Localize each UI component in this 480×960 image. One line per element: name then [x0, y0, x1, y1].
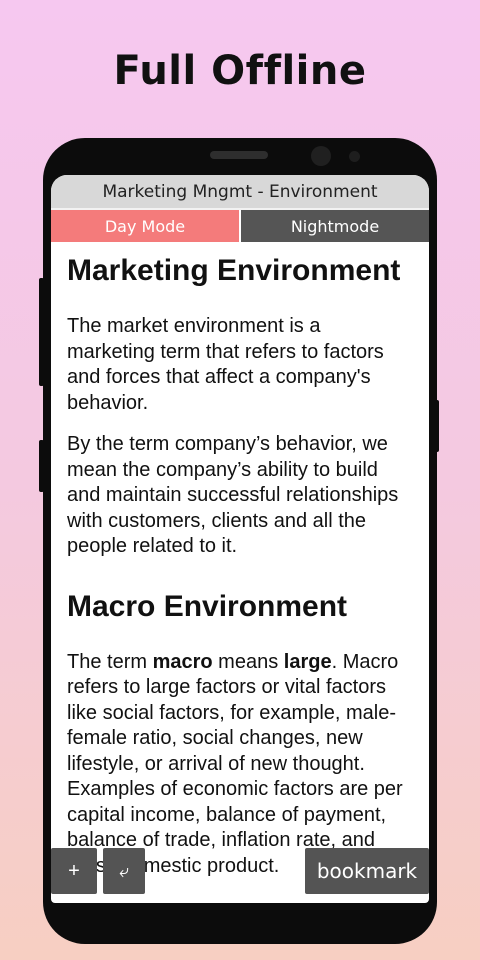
wrap-icon[interactable]: ⤶ [103, 848, 145, 894]
side-button [39, 278, 44, 386]
app-screen: Marketing Mngmt - Environment Day Mode N… [51, 175, 429, 903]
paragraph-text: The term [67, 650, 153, 673]
paragraph: The market environment is a marketing te… [67, 315, 384, 414]
paragraph: The term macro means large. Macro refers… [67, 650, 413, 880]
sensor [349, 151, 360, 162]
paragraph-text: means [212, 650, 284, 673]
app-title-bar: Marketing Mngmt - Environment [51, 175, 429, 210]
bookmark-button[interactable]: bookmark [305, 848, 429, 894]
zoom-in-button[interactable]: + [51, 848, 97, 894]
side-button [434, 400, 439, 452]
bold-term-macro: macro [152, 650, 213, 673]
bold-term-large: large [283, 650, 332, 673]
night-mode-button[interactable]: Nightmode [241, 210, 429, 242]
paragraph-text: . Macro refers to large factors or vital… [67, 650, 403, 877]
heading-marketing-environment: Marketing Environment [67, 254, 401, 287]
paragraph: By the term company’s behavior, we mean … [67, 433, 399, 557]
camera [311, 146, 331, 166]
side-button [39, 440, 44, 492]
phone-frame: Marketing Mngmt - Environment Day Mode N… [39, 138, 439, 944]
heading-macro-environment: Macro Environment [67, 589, 348, 623]
speaker [210, 151, 268, 159]
article-content[interactable]: Marketing Environment The market environ… [51, 242, 429, 879]
day-mode-button[interactable]: Day Mode [51, 210, 241, 242]
mode-switcher: Day Mode Nightmode [51, 210, 429, 242]
promo-title: Full Offline [113, 48, 367, 94]
